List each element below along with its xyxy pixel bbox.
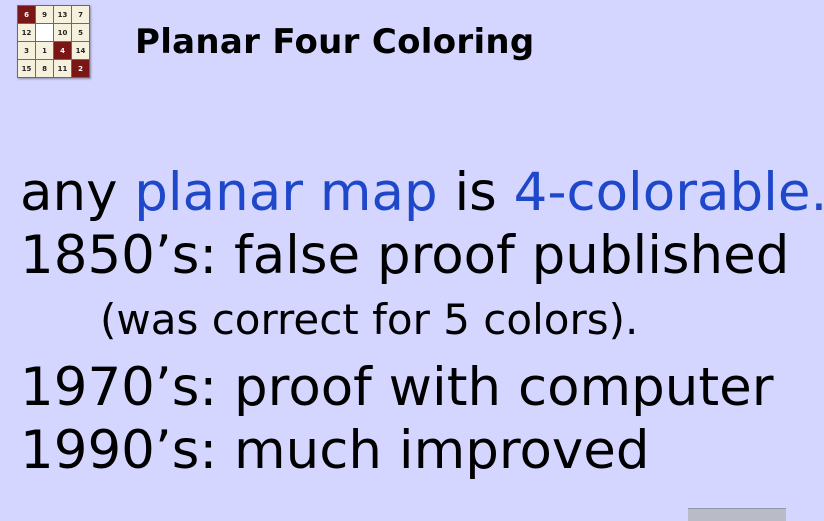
logo-cell: 6 <box>18 6 35 23</box>
logo-cell: 3 <box>18 42 35 59</box>
video-thumbnail <box>688 508 786 521</box>
history-line-1990s: 1990’s: much improved <box>20 420 650 481</box>
logo-cell: 11 <box>54 60 71 77</box>
logo-cell <box>36 24 53 41</box>
history-note: (was correct for 5 colors). <box>100 295 639 344</box>
statement-text: is <box>437 162 514 223</box>
history-line-1850s: 1850’s: false proof published <box>20 225 790 286</box>
logo-cell: 5 <box>72 24 89 41</box>
slide-title: Planar Four Coloring <box>135 22 535 62</box>
logo-cell: 4 <box>54 42 71 59</box>
logo-cell: 7 <box>72 6 89 23</box>
logo-cell: 2 <box>72 60 89 77</box>
highlight-planar-map: planar map <box>134 162 438 223</box>
highlight-4-colorable: 4-colorable. <box>513 162 824 223</box>
logo-cell: 8 <box>36 60 53 77</box>
logo-cell: 9 <box>36 6 53 23</box>
statement-line: any planar map is 4-colorable. <box>20 166 824 219</box>
puzzle-logo: 6 9 13 7 12 10 5 3 1 4 14 15 8 11 2 <box>17 5 90 78</box>
logo-cell: 13 <box>54 6 71 23</box>
logo-cell: 14 <box>72 42 89 59</box>
statement-text: any <box>20 162 135 223</box>
logo-cell: 10 <box>54 24 71 41</box>
history-line-1970s: 1970’s: proof with computer <box>20 357 774 418</box>
logo-cell: 15 <box>18 60 35 77</box>
logo-cell: 12 <box>18 24 35 41</box>
logo-cell: 1 <box>36 42 53 59</box>
